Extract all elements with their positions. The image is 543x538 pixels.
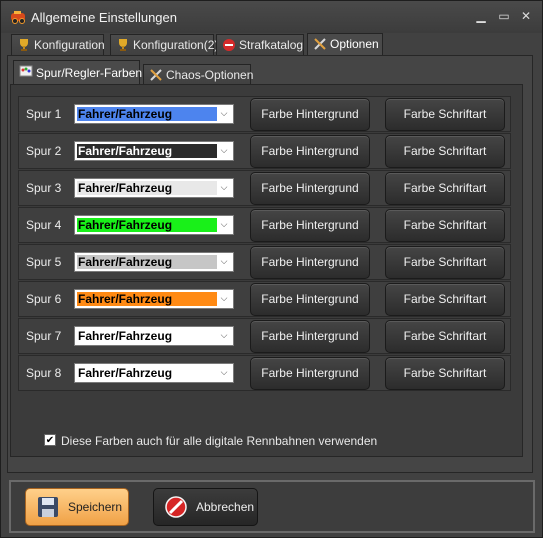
- lane-row: Spur 1 Fahrer/Fahrzeug ⌵ Farbe Hintergrund F…: [18, 96, 511, 132]
- lane-color-value: Fahrer/Fahrzeug: [77, 255, 217, 269]
- minimize-icon[interactable]: ▁: [471, 7, 491, 25]
- save-button[interactable]: Speichern: [25, 488, 129, 526]
- lane-row: Spur 7 Fahrer/Fahrzeug ⌵ Farbe Hintergrund F…: [18, 318, 511, 354]
- cancel-button[interactable]: Abbrechen: [153, 488, 258, 526]
- lane-color-select[interactable]: Fahrer/Fahrzeug ⌵: [74, 141, 234, 161]
- chevron-down-icon[interactable]: ⌵: [217, 181, 231, 195]
- palette-icon: [19, 65, 33, 77]
- tab-chaos-optionen[interactable]: Chaos-Optionen: [143, 64, 254, 85]
- lane-color-value: Fahrer/Fahrzeug: [77, 292, 217, 306]
- chevron-down-icon[interactable]: ⌵: [217, 329, 231, 343]
- tab-spur-regler-farben[interactable]: Spur/Regler-Farben: [13, 60, 143, 85]
- background-color-button[interactable]: Farbe Hintergrund: [250, 320, 370, 353]
- lane-color-select[interactable]: Fahrer/Fahrzeug ⌵: [74, 252, 234, 272]
- tab-optionen[interactable]: Optionen: [307, 33, 383, 56]
- window-title: Allgemeine Einstellungen: [31, 10, 177, 25]
- tab-label: Konfiguration(2): [133, 38, 219, 52]
- lane-row: Spur 4 Fahrer/Fahrzeug ⌵ Farbe Hintergrund F…: [18, 207, 511, 243]
- tools-icon: [150, 69, 162, 81]
- lane-color-value: Fahrer/Fahrzeug: [77, 366, 217, 380]
- settings-window: Allgemeine Einstellungen ▁ ▭ ✕ Konfigura…: [0, 0, 543, 538]
- sub-tabs: Spur/Regler-Farben Chaos-Optionen: [13, 60, 513, 85]
- font-color-button[interactable]: Farbe Schriftart: [385, 357, 505, 390]
- font-color-button[interactable]: Farbe Schriftart: [385, 98, 505, 131]
- font-color-button[interactable]: Farbe Schriftart: [385, 209, 505, 242]
- lane-color-value: Fahrer/Fahrzeug: [77, 181, 217, 195]
- font-color-button[interactable]: Farbe Schriftart: [385, 135, 505, 168]
- lane-label: Spur 7: [26, 329, 62, 343]
- background-color-button[interactable]: Farbe Hintergrund: [250, 135, 370, 168]
- tools-icon: [314, 38, 326, 50]
- font-color-button[interactable]: Farbe Schriftart: [385, 283, 505, 316]
- lane-color-select[interactable]: Fahrer/Fahrzeug ⌵: [74, 363, 234, 383]
- close-icon[interactable]: ✕: [516, 7, 536, 25]
- chevron-down-icon[interactable]: ⌵: [217, 218, 231, 232]
- lane-row: Spur 2 Fahrer/Fahrzeug ⌵ Farbe Hintergrund F…: [18, 133, 511, 169]
- lane-color-select[interactable]: Fahrer/Fahrzeug ⌵: [74, 326, 234, 346]
- lane-label: Spur 5: [26, 255, 62, 269]
- tab-konfiguration[interactable]: Konfiguration: [11, 34, 105, 55]
- no-entry-icon: [223, 39, 235, 51]
- tab-konfiguration-2[interactable]: Konfiguration(2): [110, 34, 218, 55]
- tab-label: Konfiguration: [34, 38, 105, 52]
- background-color-button[interactable]: Farbe Hintergrund: [250, 98, 370, 131]
- lane-row: Spur 6 Fahrer/Fahrzeug ⌵ Farbe Hintergrund F…: [18, 281, 511, 317]
- floppy-disk-icon: [38, 497, 58, 517]
- tab-strafkatalog[interactable]: Strafkatalog: [216, 34, 304, 55]
- background-color-button[interactable]: Farbe Hintergrund: [250, 246, 370, 279]
- lane-row: Spur 5 Fahrer/Fahrzeug ⌵ Farbe Hintergrund F…: [18, 244, 511, 280]
- font-color-button[interactable]: Farbe Schriftart: [385, 172, 505, 205]
- lane-color-value: Fahrer/Fahrzeug: [77, 218, 217, 232]
- cancel-icon: [165, 496, 187, 518]
- all-tracks-label: Diese Farben auch für alle digitale Renn…: [61, 434, 378, 448]
- font-color-button[interactable]: Farbe Schriftart: [385, 246, 505, 279]
- app-icon: [11, 11, 25, 24]
- lane-color-select[interactable]: Fahrer/Fahrzeug ⌵: [74, 178, 234, 198]
- subtab-label: Chaos-Optionen: [166, 68, 254, 82]
- cancel-label: Abbrechen: [196, 500, 255, 514]
- title-bar[interactable]: Allgemeine Einstellungen ▁ ▭ ✕: [1, 1, 542, 33]
- lane-color-value: Fahrer/Fahrzeug: [77, 144, 217, 158]
- lane-label: Spur 1: [26, 107, 62, 121]
- background-color-button[interactable]: Farbe Hintergrund: [250, 357, 370, 390]
- lane-color-select[interactable]: Fahrer/Fahrzeug ⌵: [74, 289, 234, 309]
- font-color-button[interactable]: Farbe Schriftart: [385, 320, 505, 353]
- lane-color-select[interactable]: Fahrer/Fahrzeug ⌵: [74, 215, 234, 235]
- lane-color-select[interactable]: Fahrer/Fahrzeug ⌵: [74, 104, 234, 124]
- background-color-button[interactable]: Farbe Hintergrund: [250, 209, 370, 242]
- chevron-down-icon[interactable]: ⌵: [217, 366, 231, 380]
- tab-label: Optionen: [330, 37, 379, 51]
- lane-color-value: Fahrer/Fahrzeug: [77, 329, 217, 343]
- save-label: Speichern: [68, 500, 123, 514]
- lane-label: Spur 3: [26, 181, 62, 195]
- chevron-down-icon[interactable]: ⌵: [217, 144, 231, 158]
- lane-label: Spur 6: [26, 292, 62, 306]
- tab-label: Strafkatalog: [239, 38, 304, 52]
- trophy-icon: [20, 39, 28, 51]
- main-tabs: Konfiguration Konfiguration(2) Strafkata…: [11, 33, 531, 56]
- lane-label: Spur 8: [26, 366, 62, 380]
- maximize-icon[interactable]: ▭: [494, 7, 514, 25]
- background-color-button[interactable]: Farbe Hintergrund: [250, 172, 370, 205]
- chevron-down-icon[interactable]: ⌵: [217, 107, 231, 121]
- subtab-label: Spur/Regler-Farben: [36, 66, 143, 80]
- background-color-button[interactable]: Farbe Hintergrund: [250, 283, 370, 316]
- all-tracks-checkbox[interactable]: ✔: [44, 434, 56, 446]
- chevron-down-icon[interactable]: ⌵: [217, 292, 231, 306]
- chevron-down-icon[interactable]: ⌵: [217, 255, 231, 269]
- lane-color-value: Fahrer/Fahrzeug: [77, 107, 217, 121]
- lane-row: Spur 8 Fahrer/Fahrzeug ⌵ Farbe Hintergrund F…: [18, 355, 511, 391]
- lane-row: Spur 3 Fahrer/Fahrzeug ⌵ Farbe Hintergrund F…: [18, 170, 511, 206]
- lane-label: Spur 4: [26, 218, 62, 232]
- lane-label: Spur 2: [26, 144, 62, 158]
- trophy-icon: [119, 39, 127, 51]
